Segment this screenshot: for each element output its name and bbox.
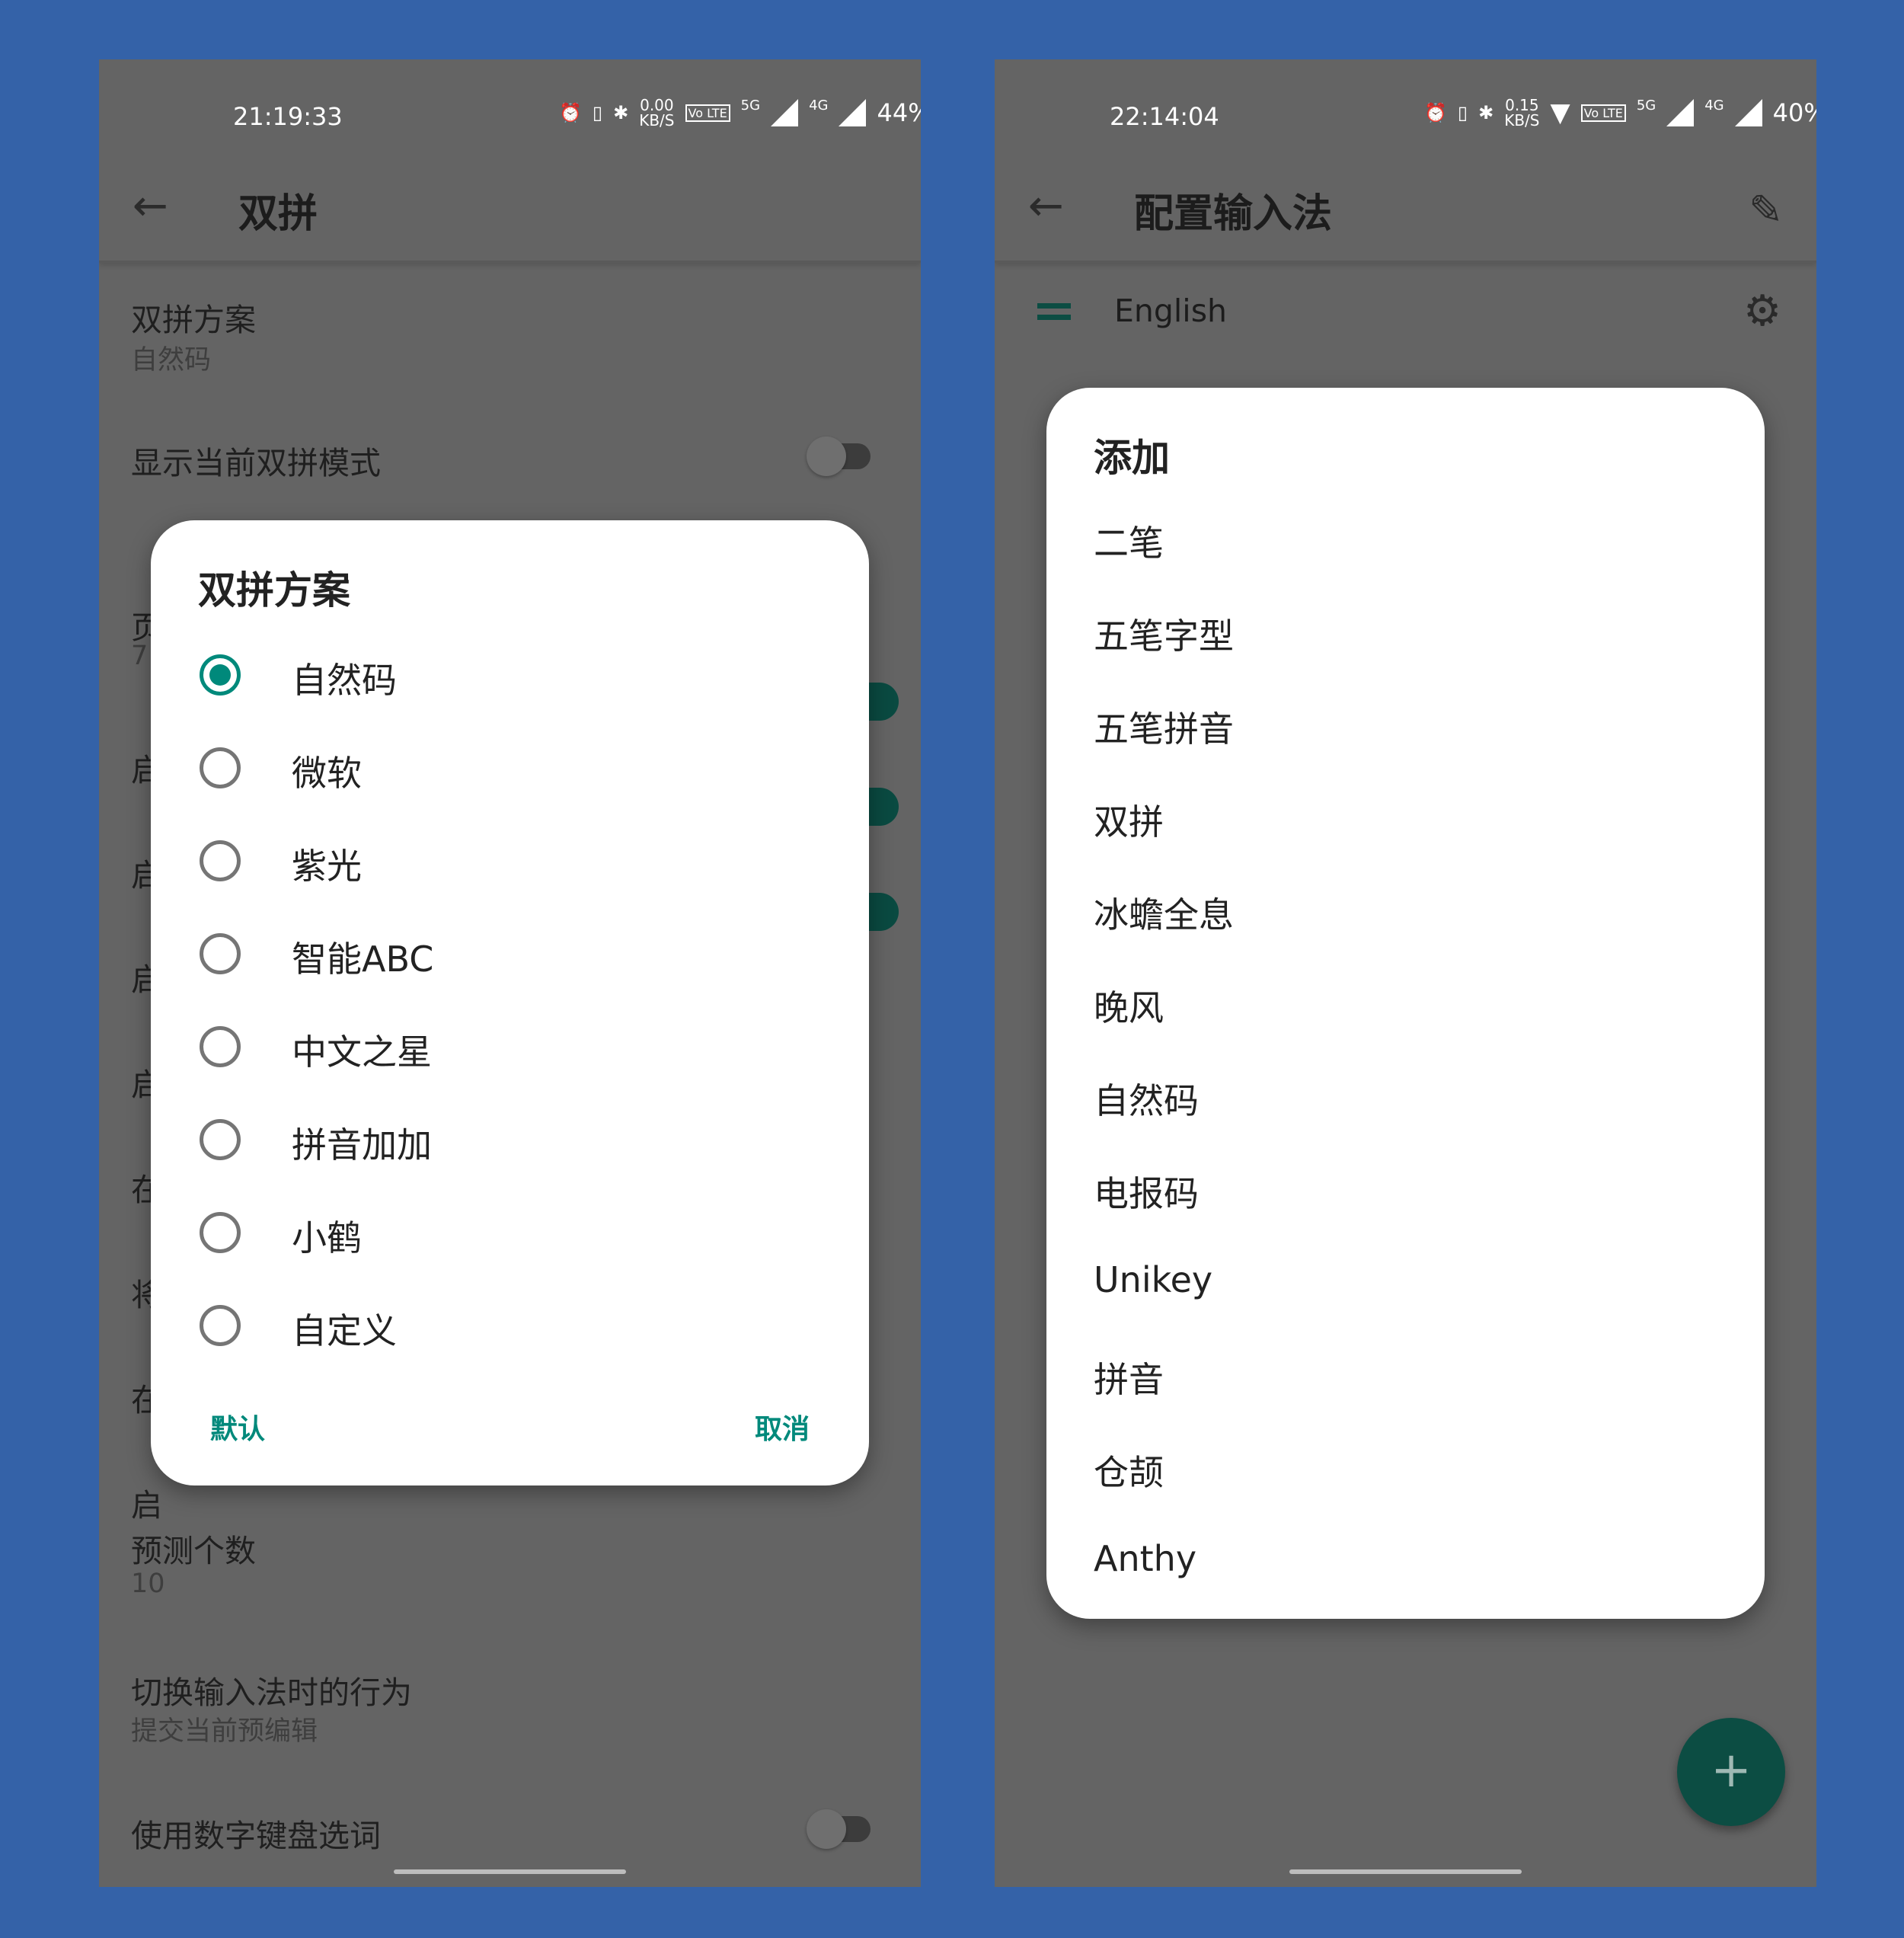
input-method-option[interactable]: 仓颉 [1094,1445,1164,1495]
add-input-method-dialog: 添加 二笔五笔字型五笔拼音双拼冰蟾全息晚风自然码电报码 Unikey 拼音仓颉 Ant… [1046,388,1765,1619]
input-method-option[interactable]: 拼音 [1094,1352,1164,1402]
pref-title[interactable]: 预测个数 [131,1525,256,1571]
toggle-switch[interactable] [868,788,899,826]
input-method-option[interactable]: 五笔拼音 [1094,702,1234,752]
radio-button[interactable] [200,1212,241,1253]
pref-title[interactable]: 切换输入法时的行为 [131,1667,412,1713]
pref-title-partial: 启 [131,1487,162,1524]
radio-option[interactable]: 智能ABC [151,912,869,996]
back-arrow-icon[interactable]: ← [1028,181,1064,231]
radio-option[interactable]: 紫光 [151,819,869,903]
radio-option[interactable]: 拼音加加 [151,1098,869,1182]
input-method-option[interactable]: Anthy [1094,1538,1196,1579]
pref-title[interactable]: 使用数字键盘选词 [131,1810,381,1856]
toolbar [99,59,921,263]
radio-label: 自然码 [292,660,397,701]
drag-handle-icon[interactable] [1037,303,1071,320]
toggle-switch[interactable] [807,437,871,476]
radio-option[interactable]: 小鹤 [151,1191,869,1274]
radio-label: 紫光 [292,846,362,887]
input-method-option[interactable]: 冰蟾全息 [1094,887,1234,938]
back-arrow-icon[interactable]: ← [133,181,168,231]
input-method-option[interactable]: 晚风 [1094,980,1164,1031]
dialog-title: 添加 [1094,436,1170,480]
radio-label: 小鹤 [292,1217,362,1258]
pref-summary: 提交当前预编辑 [131,1716,318,1747]
input-method-option[interactable]: Unikey [1094,1259,1212,1300]
radio-button[interactable] [200,1119,241,1160]
radio-button[interactable] [200,747,241,788]
radio-option[interactable]: 自然码 [151,633,869,717]
toolbar [995,59,1816,263]
page-title: 双拼 [238,191,318,237]
input-method-option[interactable]: 五笔字型 [1094,609,1234,659]
radio-label: 自定义 [292,1310,397,1351]
gesture-nav-bar[interactable] [394,1869,626,1874]
gear-icon[interactable]: ⚙ [1743,286,1781,336]
pref-title[interactable]: 显示当前双拼模式 [131,437,381,483]
radio-button[interactable] [200,1026,241,1067]
add-fab-button[interactable]: + [1677,1718,1785,1826]
radio-label: 智能ABC [292,939,434,980]
default-button[interactable]: 默认 [210,1407,265,1447]
radio-option[interactable]: 中文之星 [151,1005,869,1089]
page-title: 配置输入法 [1134,191,1333,237]
radio-label: 微软 [292,753,362,794]
input-method-name[interactable]: English [1114,293,1227,329]
radio-button[interactable] [200,840,241,881]
pref-title-partial: 7 [131,641,149,671]
input-method-option[interactable]: 双拼 [1094,795,1164,845]
shuangpin-scheme-dialog: 双拼方案 自然码微软紫光智能ABC 中文之星拼音加加小鹤自定义 默认 取消 [151,520,869,1485]
radio-button[interactable] [200,933,241,974]
radio-button[interactable] [200,654,241,696]
toggle-switch[interactable] [868,683,899,721]
left-phone-screen: 21:19:33 ⏰ ▯ ✱ 0.00KB/S Vo LTE 5G 4G 44%… [99,59,921,1887]
cancel-button[interactable]: 取消 [755,1407,810,1447]
pref-summary: 自然码 [131,345,212,376]
radio-button[interactable] [200,1305,241,1346]
input-method-option[interactable]: 电报码 [1094,1166,1199,1217]
toggle-switch[interactable] [807,1809,871,1849]
pref-title[interactable]: 双拼方案 [131,294,256,340]
radio-option[interactable]: 微软 [151,726,869,810]
input-method-option[interactable]: 自然码 [1094,1073,1199,1124]
radio-option[interactable]: 自定义 [151,1284,869,1367]
toggle-switch[interactable] [868,893,899,931]
radio-label: 拼音加加 [292,1124,432,1166]
pencil-icon[interactable]: ✎ [1749,186,1783,234]
pref-summary: 10 [131,1569,165,1599]
input-method-option[interactable]: 二笔 [1094,516,1164,566]
right-phone-screen: 22:14:04 ⏰ ▯ ✱ 0.15 KB/S ▼ Vo LTE 5G 4G 4… [995,59,1816,1887]
radio-label: 中文之星 [292,1031,432,1073]
gesture-nav-bar[interactable] [1289,1869,1522,1874]
dialog-title: 双拼方案 [198,568,350,612]
